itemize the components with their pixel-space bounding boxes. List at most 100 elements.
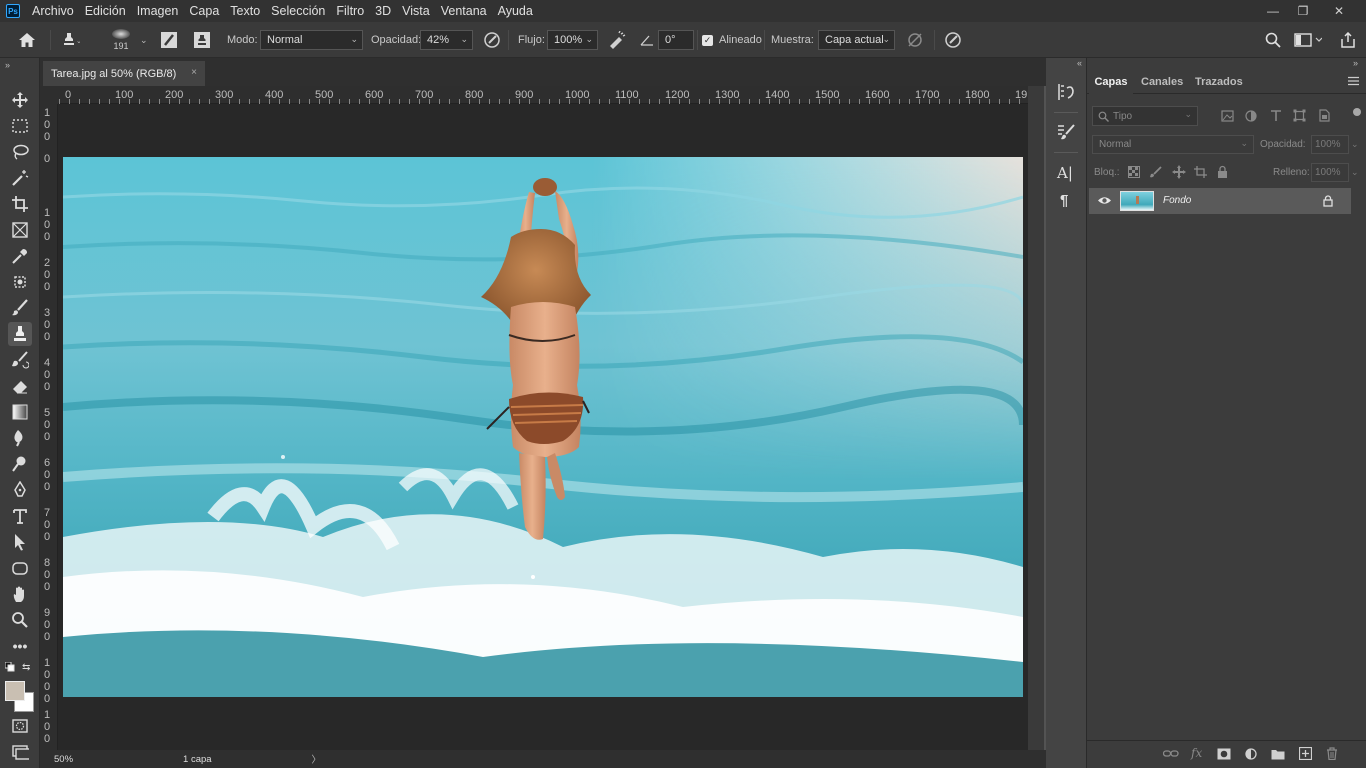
home-icon[interactable] <box>18 22 36 58</box>
new-layer-icon[interactable] <box>1299 747 1312 760</box>
eraser-tool-icon[interactable] <box>8 374 32 398</box>
pen-tool-icon[interactable] <box>8 478 32 502</box>
eye-icon[interactable] <box>1097 195 1112 206</box>
foreground-color-swatch[interactable] <box>5 681 25 701</box>
brushes-panel-icon[interactable] <box>1056 122 1076 142</box>
new-adjustment-layer-icon[interactable] <box>1245 748 1257 760</box>
clone-stamp-tool-icon[interactable] <box>8 322 32 346</box>
more-tools-icon[interactable]: ••• <box>8 634 32 658</box>
sample-select[interactable]: Capa actual ⌄ <box>818 30 895 50</box>
filter-adjustment-icon[interactable] <box>1245 110 1257 122</box>
default-colors-icon[interactable] <box>5 662 15 672</box>
lasso-tool-icon[interactable] <box>8 140 32 164</box>
filter-shape-icon[interactable] <box>1293 109 1306 122</box>
filter-toggle[interactable] <box>1353 108 1361 116</box>
layers-scrollbar[interactable] <box>1353 128 1363 218</box>
swap-colors-icon[interactable]: ⇆ <box>22 662 30 673</box>
filter-pixel-icon[interactable] <box>1221 110 1234 122</box>
clone-source-panel-icon[interactable] <box>193 22 211 58</box>
lock-position-icon[interactable] <box>1172 165 1186 179</box>
character-panel-icon[interactable]: A| <box>1057 164 1073 182</box>
menu-capa[interactable]: Capa <box>189 4 219 18</box>
tab-canales[interactable]: Canales <box>1141 70 1183 94</box>
pressure-size-icon[interactable] <box>944 22 962 58</box>
share-icon[interactable] <box>1340 22 1356 58</box>
ignore-adjustment-layers-icon[interactable] <box>906 22 924 58</box>
tab-capas[interactable]: Capas <box>1089 70 1133 94</box>
path-selection-tool-icon[interactable] <box>8 530 32 554</box>
layer-filter-select[interactable]: Tipo ⌄ <box>1092 106 1198 126</box>
lock-pixels-icon[interactable] <box>1150 166 1162 178</box>
horizontal-ruler[interactable]: 0 100 200 300 400 500 600 700 800 900 10… <box>40 86 1030 104</box>
canvas-area[interactable] <box>58 104 1028 750</box>
marquee-tool-icon[interactable] <box>8 114 32 138</box>
opacity-field[interactable]: 42% ⌄ <box>420 30 473 50</box>
layer-opacity-field[interactable]: 100% <box>1311 135 1349 154</box>
workspace-icon[interactable] <box>1294 22 1322 58</box>
fill-field[interactable]: 100% <box>1311 163 1349 182</box>
document-image[interactable] <box>63 157 1023 697</box>
brush-settings-icon[interactable] <box>160 22 178 58</box>
chevron-down-icon[interactable]: ⌄ <box>140 22 148 58</box>
add-mask-icon[interactable] <box>1217 748 1231 760</box>
collapse-icons-button[interactable]: « <box>1050 58 1082 68</box>
lock-transparent-icon[interactable] <box>1128 166 1140 178</box>
restore-button[interactable]: ❐ <box>1286 0 1320 22</box>
history-brush-tool-icon[interactable] <box>8 348 32 372</box>
close-window-button[interactable]: ✕ <box>1322 0 1356 22</box>
gradient-tool-icon[interactable] <box>8 400 32 424</box>
eyedropper-tool-icon[interactable] <box>8 244 32 268</box>
layer-blend-mode-select[interactable]: Normal ⌄ <box>1092 135 1254 154</box>
zoom-level[interactable]: 50% <box>54 754 73 765</box>
menu-ventana[interactable]: Ventana <box>441 4 487 18</box>
blur-tool-icon[interactable] <box>8 426 32 450</box>
airbrush-icon[interactable] <box>607 22 627 58</box>
minimize-button[interactable]: — <box>1256 0 1290 22</box>
menu-filtro[interactable]: Filtro <box>336 4 364 18</box>
lock-artboard-icon[interactable] <box>1194 166 1207 178</box>
hand-tool-icon[interactable] <box>8 582 32 606</box>
status-info-arrow[interactable]: 〉 <box>312 752 322 766</box>
vertical-ruler[interactable]: 1 0 0 0 1 0 0 2 0 0 3 0 0 4 0 0 5 0 0 6 … <box>40 104 58 750</box>
flow-field[interactable]: 100% ⌄ <box>547 30 598 50</box>
document-tab[interactable]: Tarea.jpg al 50% (RGB/8) × <box>43 61 205 86</box>
blend-mode-select[interactable]: Normal ⌄ <box>260 30 363 50</box>
expand-panel-icon[interactable]: » <box>5 60 10 70</box>
aligned-checkbox[interactable]: ✓ <box>702 34 713 46</box>
brush-preset-picker[interactable]: 191 <box>112 22 130 58</box>
ruler-origin[interactable] <box>40 86 58 104</box>
vertical-scrollbar[interactable] <box>1028 86 1044 750</box>
panel-menu-icon[interactable] <box>1348 76 1359 86</box>
menu-archivo[interactable]: Archivo <box>32 4 74 18</box>
menu-seleccion[interactable]: Selección <box>271 4 325 18</box>
magic-wand-tool-icon[interactable] <box>8 166 32 190</box>
lock-all-icon[interactable] <box>1217 165 1228 178</box>
tab-trazados[interactable]: Trazados <box>1195 70 1243 94</box>
paragraph-panel-icon[interactable]: ¶ <box>1060 192 1068 209</box>
menu-vista[interactable]: Vista <box>402 4 430 18</box>
zoom-tool-icon[interactable] <box>8 608 32 632</box>
filter-smart-object-icon[interactable] <box>1318 109 1330 122</box>
layer-name[interactable]: Fondo <box>1163 195 1191 206</box>
close-tab-icon[interactable]: × <box>191 67 197 78</box>
quick-mask-icon[interactable] <box>8 714 32 738</box>
menu-edicion[interactable]: Edición <box>85 4 126 18</box>
type-tool-icon[interactable] <box>8 504 32 528</box>
screen-mode-icon[interactable] <box>8 740 32 764</box>
pressure-opacity-icon[interactable] <box>483 22 501 58</box>
collapse-panel-button[interactable]: » <box>1353 58 1358 68</box>
dodge-tool-icon[interactable] <box>8 452 32 476</box>
history-panel-icon[interactable] <box>1056 82 1076 102</box>
frame-tool-icon[interactable] <box>8 218 32 242</box>
brush-tool-icon[interactable] <box>8 296 32 320</box>
crop-tool-icon[interactable] <box>8 192 32 216</box>
search-icon[interactable] <box>1265 22 1281 58</box>
trash-icon[interactable] <box>1326 747 1338 760</box>
layer-row[interactable]: Fondo <box>1089 188 1351 214</box>
spot-healing-tool-icon[interactable] <box>8 270 32 294</box>
new-group-icon[interactable] <box>1271 748 1285 760</box>
link-layers-icon[interactable] <box>1163 749 1179 759</box>
clone-stamp-preset-icon[interactable]: ⌄ <box>60 22 80 58</box>
filter-type-icon[interactable] <box>1270 109 1282 122</box>
menu-3d[interactable]: 3D <box>375 4 391 18</box>
